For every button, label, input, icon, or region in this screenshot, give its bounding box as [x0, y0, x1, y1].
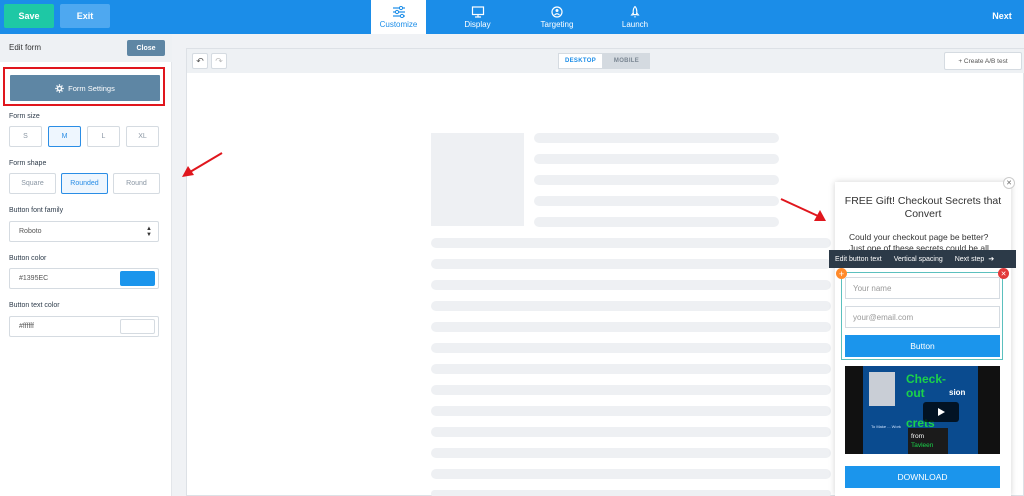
placeholder-line — [534, 217, 779, 227]
close-button[interactable]: Close — [127, 40, 165, 56]
name-input[interactable]: Your name — [845, 277, 1000, 299]
tab-display[interactable]: Display — [455, 0, 500, 34]
font-family-label: Button font family — [9, 207, 64, 214]
form-settings-button[interactable]: Form Settings — [10, 75, 160, 101]
video-author-label: Tavleen — [911, 442, 934, 449]
tab-label: Customize — [379, 19, 418, 29]
email-input[interactable]: your@email.com — [845, 306, 1000, 328]
font-family-select[interactable]: Roboto ▲ ▼ — [9, 221, 159, 242]
shape-option-round[interactable]: Round — [113, 173, 160, 194]
placeholder-line — [431, 406, 831, 416]
sidebar-title: Edit form — [9, 43, 42, 52]
button-text-color-value: #ffffff — [19, 323, 34, 330]
video-side-text: sion — [949, 388, 966, 397]
form-size-label: Form size — [9, 113, 40, 120]
element-edit-toolbar: Edit button text Vertical spacing Next s… — [829, 250, 1016, 268]
popup-title[interactable]: FREE Gift! Checkout Secrets that Convert — [843, 195, 1003, 221]
shape-option-square[interactable]: Square — [9, 173, 56, 194]
sidebar-header: Edit form Close — [0, 34, 172, 62]
select-arrows-icon: ▲ ▼ — [146, 226, 152, 238]
button-color-swatch[interactable] — [120, 271, 155, 286]
vertical-spacing-action[interactable]: Vertical spacing — [894, 256, 943, 263]
tab-customize[interactable]: Customize — [371, 0, 426, 34]
video-title-text: Check- — [906, 372, 947, 386]
target-icon — [551, 5, 563, 18]
device-mobile-tab[interactable]: MOBILE — [603, 53, 650, 69]
font-family-value: Roboto — [19, 228, 42, 235]
top-navigation-bar: Save Exit Customize Display Targeting La… — [0, 0, 1024, 34]
edit-form-sidebar: Edit form Close Form Settings Form size … — [0, 34, 172, 496]
close-icon[interactable]: ✕ — [1003, 177, 1015, 189]
video-frame: Check- out crets sion To Make ... Work f… — [863, 366, 978, 454]
arrow-annotation-right — [780, 198, 826, 221]
button-text-color-swatch[interactable] — [120, 319, 155, 334]
download-button[interactable]: DOWNLOAD — [845, 466, 1000, 488]
placeholder-line — [431, 490, 831, 496]
canvas-toolbar: ↶ ↷ DESKTOP MOBILE + Create A/B test — [187, 49, 1024, 73]
button-color-value: #1395EC — [19, 275, 49, 282]
gear-icon — [55, 83, 64, 93]
monitor-icon — [471, 5, 484, 18]
placeholder-line — [431, 469, 831, 479]
size-option-m[interactable]: M — [48, 126, 81, 147]
edit-button-text-action[interactable]: Edit button text — [835, 256, 882, 263]
next-step-action[interactable]: Next step — [955, 256, 985, 263]
video-title-text: out — [906, 386, 925, 400]
device-desktop-tab[interactable]: DESKTOP — [558, 53, 603, 69]
play-icon[interactable] — [923, 402, 959, 422]
size-option-xl[interactable]: XL — [126, 126, 159, 147]
video-small-text: To Make ... Work — [871, 424, 901, 429]
tab-label: Launch — [621, 19, 649, 29]
tab-label: Targeting — [540, 19, 574, 29]
placeholder-image — [431, 133, 524, 226]
arrow-annotation-left — [182, 152, 223, 177]
form-shape-label: Form shape — [9, 160, 47, 167]
sliders-icon — [392, 5, 405, 18]
submit-button[interactable]: Button — [845, 335, 1000, 357]
video-caption-box: from Tavleen — [908, 428, 948, 454]
popup-body-text[interactable]: Could your checkout page be better? Just… — [849, 232, 997, 252]
size-option-s[interactable]: S — [9, 126, 42, 147]
video-thumbnail[interactable]: Check- out crets sion To Make ... Work f… — [845, 366, 1000, 454]
exit-button[interactable]: Exit — [60, 4, 110, 28]
placeholder-line — [431, 259, 831, 269]
placeholder-line — [431, 385, 831, 395]
placeholder-line — [431, 301, 831, 311]
placeholder-line — [431, 364, 831, 374]
placeholder-line — [534, 133, 779, 143]
placeholder-line — [431, 343, 831, 353]
placeholder-line — [431, 322, 831, 332]
shape-option-rounded[interactable]: Rounded — [61, 173, 108, 194]
tab-launch[interactable]: Launch — [615, 0, 655, 34]
tab-label: Display — [464, 19, 491, 29]
next-button[interactable]: Next — [980, 4, 1024, 28]
video-from-label: from — [911, 433, 924, 440]
tab-targeting[interactable]: Targeting — [532, 0, 582, 34]
placeholder-line — [534, 196, 779, 206]
arrow-right-icon: ➔ — [988, 256, 995, 263]
undo-icon[interactable]: ↶ — [192, 53, 208, 69]
placeholder-line — [534, 175, 779, 185]
button-text-color-field[interactable]: #ffffff — [9, 316, 159, 337]
size-option-l[interactable]: L — [87, 126, 120, 147]
placeholder-line — [431, 280, 831, 290]
button-color-label: Button color — [9, 255, 47, 262]
button-color-field[interactable]: #1395EC — [9, 268, 159, 289]
placeholder-line — [431, 427, 831, 437]
create-ab-test-button[interactable]: + Create A/B test — [944, 52, 1022, 70]
form-settings-label: Form Settings — [68, 83, 115, 93]
rocket-icon — [630, 5, 640, 17]
redo-icon[interactable]: ↷ — [211, 53, 227, 69]
save-button[interactable]: Save — [4, 4, 54, 28]
presenter-photo — [869, 372, 895, 406]
placeholder-line — [431, 238, 831, 248]
placeholder-line — [431, 448, 831, 458]
button-text-color-label: Button text color — [9, 302, 60, 309]
placeholder-line — [534, 154, 779, 164]
